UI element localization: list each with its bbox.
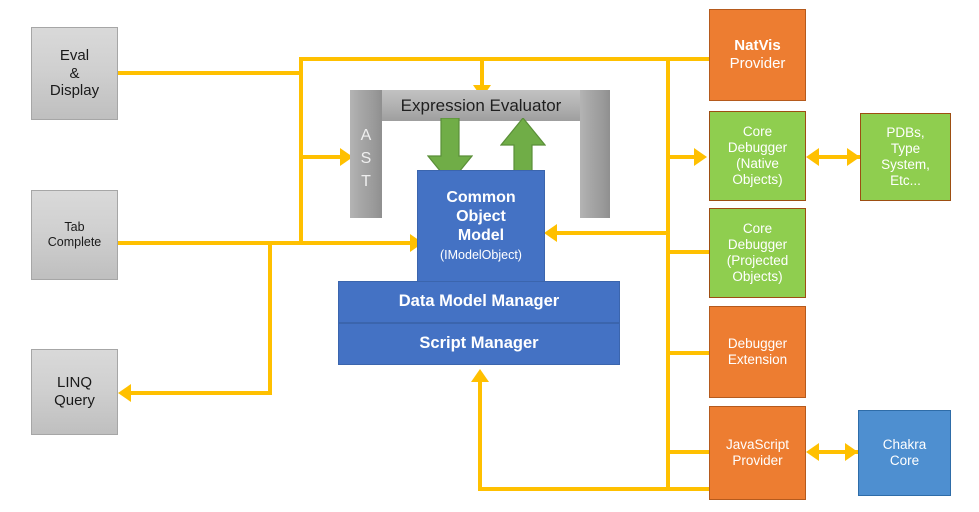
- connector-right-bus-lower: [666, 249, 670, 491]
- common-object-model-title: Common Object Model: [446, 188, 516, 244]
- provider-label-natvis-line2: Provider: [729, 55, 786, 72]
- backend-label-chakra-core: Chakra Core: [882, 437, 927, 468]
- provider-box-natvis[interactable]: NatVis Provider: [709, 9, 806, 101]
- connector-linq-return: [130, 391, 272, 395]
- ast-label-text: A S T: [360, 127, 372, 191]
- connector-right-into-com: [556, 231, 668, 235]
- provider-label-natvis-line1: NatVis: [734, 37, 781, 55]
- provider-box-javascript-provider[interactable]: JavaScript Provider: [709, 406, 806, 500]
- provider-box-core-debugger-projected[interactable]: Core Debugger (Projected Objects): [709, 208, 806, 298]
- client-label-tab-complete: Tab Complete: [47, 220, 102, 249]
- provider-label-javascript-provider: JavaScript Provider: [725, 437, 790, 468]
- evaluator-ast-label: A S T: [350, 124, 382, 194]
- arrowhead-into-core-debugger-native: [694, 148, 707, 166]
- connector-to-core-debugger-projected: [666, 250, 712, 254]
- arrowhead-to-pdbs: [847, 148, 860, 166]
- backend-box-chakra-core[interactable]: Chakra Core: [858, 410, 951, 496]
- connector-to-javascript-provider: [666, 450, 712, 454]
- client-label-linq-query: LINQ Query: [54, 374, 95, 409]
- connector-scriptmgr-riser: [478, 382, 482, 491]
- common-object-model-box[interactable]: Common Object Model (IModelObject): [417, 170, 545, 282]
- common-object-model-subtitle: (IModelObject): [440, 248, 522, 263]
- provider-label-core-debugger-projected: Core Debugger (Projected Objects): [726, 221, 789, 284]
- provider-box-debugger-extension[interactable]: Debugger Extension: [709, 306, 806, 398]
- connector-top-into-evaluator: [480, 57, 484, 87]
- arrowhead-to-chakra: [845, 443, 858, 461]
- connector-into-ast: [299, 155, 345, 159]
- connector-to-debugger-extension: [666, 351, 712, 355]
- arrowhead-into-script-manager: [471, 369, 489, 382]
- connector-js-to-scriptmgr: [478, 487, 716, 491]
- client-box-tab-complete[interactable]: Tab Complete: [31, 190, 118, 280]
- connector-left-riser: [299, 57, 303, 243]
- provider-box-core-debugger-native[interactable]: Core Debugger (Native Objects): [709, 111, 806, 201]
- evaluator-title: Expression Evaluator: [400, 95, 562, 115]
- connector-eval-to-bus: [118, 71, 303, 75]
- client-box-eval-display[interactable]: Eval & Display: [31, 27, 118, 120]
- arrowhead-to-core-debugger-native: [806, 148, 819, 166]
- connector-into-com-left: [268, 241, 418, 245]
- provider-label-debugger-extension: Debugger Extension: [727, 336, 788, 367]
- client-box-linq-query[interactable]: LINQ Query: [31, 349, 118, 435]
- evaluator-right-leg: [580, 90, 610, 218]
- script-manager-box[interactable]: Script Manager: [338, 323, 620, 365]
- data-model-manager-box[interactable]: Data Model Manager: [338, 281, 620, 323]
- arrowhead-to-javascript-provider: [806, 443, 819, 461]
- arrowhead-into-linq: [118, 384, 131, 402]
- evaluator-title-bar: Expression Evaluator: [382, 90, 580, 121]
- connector-right-bus-upper: [666, 57, 670, 249]
- client-label-eval-display: Eval & Display: [49, 46, 100, 100]
- arrowhead-into-com-right: [544, 224, 557, 242]
- connector-linq-riser: [268, 241, 272, 393]
- script-manager-label: Script Manager: [419, 334, 539, 353]
- connector-top-bus: [299, 57, 709, 61]
- provider-label-core-debugger-native: Core Debugger (Native Objects): [727, 124, 788, 187]
- architecture-diagram: Eval & Display Tab Complete LINQ Query E…: [0, 0, 979, 512]
- backend-label-pdbs-type-system: PDBs, Type System, Etc...: [881, 125, 930, 188]
- data-model-manager-label: Data Model Manager: [398, 292, 560, 311]
- backend-box-pdbs-type-system[interactable]: PDBs, Type System, Etc...: [860, 113, 951, 201]
